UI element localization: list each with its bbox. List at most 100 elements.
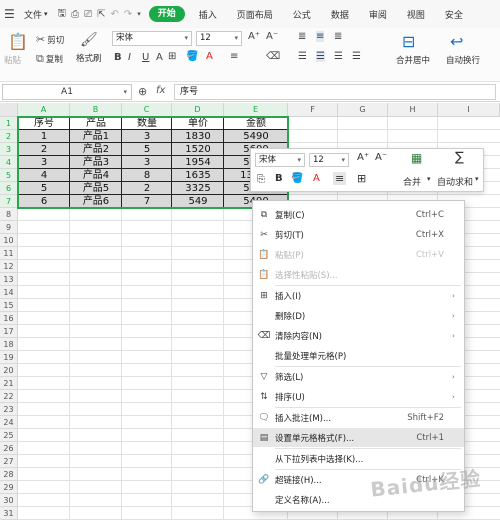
tab-insert[interactable]: 插入: [189, 8, 227, 21]
tab-view[interactable]: 视图: [397, 8, 435, 21]
font-name-combo[interactable]: 宋体 ▾: [112, 31, 192, 46]
export-icon[interactable]: ⇱: [97, 9, 105, 20]
formula-input[interactable]: 序号: [174, 84, 496, 100]
redo-icon[interactable]: ↷: [124, 9, 132, 20]
mini-merge-label[interactable]: 合并: [403, 175, 421, 188]
select-all-corner[interactable]: [0, 103, 18, 117]
paste-button[interactable]: 📋: [8, 32, 28, 51]
undo-icon[interactable]: ↶: [110, 9, 118, 20]
italic-icon[interactable]: I: [128, 52, 131, 63]
context-menu-item[interactable]: ⇅ 排序(U) ›: [253, 387, 464, 406]
context-menu-item[interactable]: ⧉ 复制(C) Ctrl+C: [253, 205, 464, 224]
tab-home[interactable]: 开始: [148, 6, 185, 22]
mini-font-color-icon[interactable]: A: [313, 173, 320, 184]
align-bottom-icon[interactable]: ≣: [334, 31, 342, 42]
selection-border[interactable]: [17, 116, 289, 209]
mini-increase-font-icon[interactable]: A⁺: [357, 152, 369, 163]
mini-border-icon[interactable]: ⊞: [357, 172, 366, 185]
name-box[interactable]: A1 ▾: [2, 84, 132, 100]
print-icon[interactable]: ⎙: [71, 9, 79, 20]
phonetic-icon[interactable]: ≡: [230, 51, 238, 62]
mini-merge-dropdown-icon[interactable]: ▾: [427, 175, 431, 183]
row-header-26[interactable]: 26: [0, 442, 18, 455]
mini-align-icon[interactable]: ≡: [333, 172, 347, 185]
paste-label[interactable]: 粘贴: [4, 54, 21, 66]
column-header-b[interactable]: B: [70, 103, 122, 117]
row-header-10[interactable]: 10: [0, 234, 18, 247]
underline-icon[interactable]: U: [142, 52, 149, 63]
row-header-7[interactable]: 7: [0, 195, 18, 208]
mini-font-size-combo[interactable]: 12 ▾: [309, 153, 349, 167]
context-menu-item[interactable]: ▽ 筛选(L) ›: [253, 367, 464, 386]
context-menu-item[interactable]: 📋 粘贴(P) Ctrl+V: [253, 245, 464, 264]
context-menu-item[interactable]: 📋 选择性粘贴(S)...: [253, 265, 464, 284]
mini-decrease-font-icon[interactable]: A⁻: [375, 152, 387, 163]
fill-color-icon[interactable]: 🪣: [186, 51, 198, 62]
print-preview-icon[interactable]: ⎚: [84, 9, 92, 20]
row-header-31[interactable]: 31: [0, 507, 18, 520]
decrease-font-icon[interactable]: A⁻: [266, 31, 278, 42]
column-header-i[interactable]: I: [438, 103, 500, 117]
context-menu-item[interactable]: 从下拉列表中选择(K)...: [253, 449, 464, 468]
row-header-16[interactable]: 16: [0, 312, 18, 325]
row-header-17[interactable]: 17: [0, 325, 18, 338]
strikethrough-icon[interactable]: A: [156, 52, 163, 63]
merge-center-button[interactable]: ⊟: [402, 32, 415, 51]
align-center-icon[interactable]: ☰: [316, 51, 325, 62]
context-menu-item[interactable]: 删除(D) ›: [253, 306, 464, 325]
column-header-g[interactable]: G: [338, 103, 388, 117]
row-header-11[interactable]: 11: [0, 247, 18, 260]
row-header-12[interactable]: 12: [0, 260, 18, 273]
align-middle-icon[interactable]: ≡: [316, 31, 325, 42]
qa-dropdown-icon[interactable]: ▾: [137, 10, 141, 18]
file-menu[interactable]: 文件: [24, 8, 42, 21]
fx-icon[interactable]: fx: [156, 85, 165, 96]
row-header-30[interactable]: 30: [0, 494, 18, 507]
row-header-23[interactable]: 23: [0, 403, 18, 416]
mini-merge-icon[interactable]: ▦: [411, 151, 422, 165]
row-header-15[interactable]: 15: [0, 299, 18, 312]
align-left-icon[interactable]: ☰: [298, 51, 307, 62]
tab-page-layout[interactable]: 页面布局: [227, 8, 283, 21]
row-header-2[interactable]: 2: [0, 130, 18, 143]
row-header-28[interactable]: 28: [0, 468, 18, 481]
mini-autosum-dropdown-icon[interactable]: ▾: [475, 175, 479, 183]
mini-autosum-icon[interactable]: ∑: [455, 150, 464, 165]
save-icon[interactable]: 🖫: [58, 6, 67, 23]
column-header-f[interactable]: F: [288, 103, 338, 117]
column-header-d[interactable]: D: [172, 103, 224, 117]
tab-data[interactable]: 数据: [321, 8, 359, 21]
mini-autosum-label[interactable]: 自动求和: [437, 175, 473, 188]
context-menu-item[interactable]: 批量处理单元格(P): [253, 346, 464, 365]
format-painter-label[interactable]: 格式刷: [76, 52, 102, 64]
tab-security[interactable]: 安全: [435, 8, 473, 21]
mini-fill-color-icon[interactable]: 🪣: [291, 173, 303, 184]
column-header-c[interactable]: C: [122, 103, 172, 117]
bold-icon[interactable]: B: [114, 52, 122, 63]
row-header-21[interactable]: 21: [0, 377, 18, 390]
row-header-18[interactable]: 18: [0, 338, 18, 351]
merge-center-label[interactable]: 合并居中: [396, 54, 430, 66]
mini-format-painter-icon[interactable]: ⎘: [257, 174, 265, 185]
wrap-text-label[interactable]: 自动换行: [446, 54, 480, 66]
context-menu-item[interactable]: ▤ 设置单元格格式(F)... Ctrl+1: [253, 428, 464, 447]
align-top-icon[interactable]: ≣: [298, 31, 306, 42]
row-header-3[interactable]: 3: [0, 143, 18, 156]
column-header-a[interactable]: A: [18, 103, 70, 117]
row-header-1[interactable]: 1: [0, 117, 18, 130]
row-header-14[interactable]: 14: [0, 286, 18, 299]
row-header-22[interactable]: 22: [0, 390, 18, 403]
context-menu-item[interactable]: ✂ 剪切(T) Ctrl+X: [253, 225, 464, 244]
row-header-27[interactable]: 27: [0, 455, 18, 468]
row-header-24[interactable]: 24: [0, 416, 18, 429]
row-header-19[interactable]: 19: [0, 351, 18, 364]
row-header-6[interactable]: 6: [0, 182, 18, 195]
cut-button[interactable]: ✂ 剪切: [36, 33, 64, 46]
context-menu-item[interactable]: 🗨 插入批注(M)... Shift+F2: [253, 408, 464, 427]
context-menu-item[interactable]: ⊞ 插入(I) ›: [253, 286, 464, 305]
clear-format-icon[interactable]: ⌫: [266, 51, 280, 62]
row-header-25[interactable]: 25: [0, 429, 18, 442]
wrap-text-button[interactable]: ↩: [450, 32, 463, 51]
tab-formulas[interactable]: 公式: [283, 8, 321, 21]
increase-font-icon[interactable]: A⁺: [248, 31, 260, 42]
